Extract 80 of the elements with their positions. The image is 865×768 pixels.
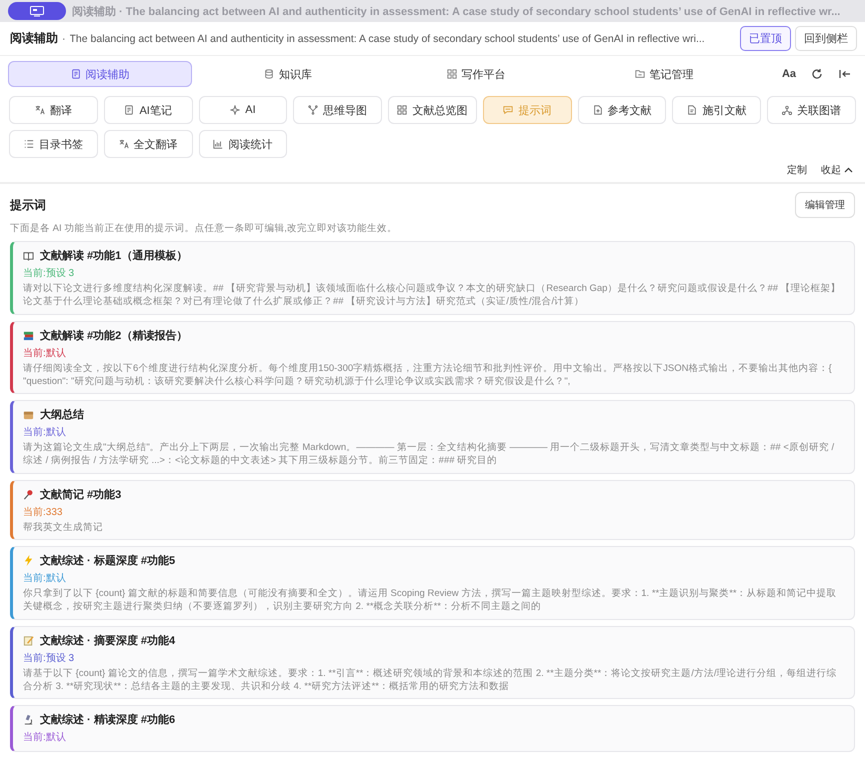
tool-button[interactable]: 全文翻译: [104, 130, 193, 158]
pin-icon: [23, 488, 34, 500]
sparkle-icon: [230, 105, 240, 115]
current-preset: 当前:默认: [23, 346, 67, 360]
prompt-text: 请基于以下 {count} 篇论文的信息，撰写一篇学术文献综述。要求：1. **引言**：概述研究领域的背景和本综述的范围 2. **主题分类**：将论文按研究主题/方法/理论进行分组，每组进行综合分析 3. **研究现状**：总结各主题的主要发现、共识和分歧 4. **研究方法评述**：概括常用的研究方法和数据: [23, 666, 838, 694]
file-icon: [687, 105, 698, 115]
microscope-icon: [23, 714, 34, 726]
grid-icon: [397, 105, 408, 115]
tool-button[interactable]: 关联图谱: [767, 96, 856, 124]
panel-description: 下面是各 AI 功能当前正在使用的提示词。点任意一条即可编辑,改完立即对该功能生效。: [9, 222, 398, 236]
prompt-text: 你只拿到了以下 {count} 篇文献的标题和简要信息（可能没有摘要和全文）。请运用 Scoping Review 方法，撰写一篇主题映射型综述。要求：1. **主题识别与聚类**：从标题和简记中提取关键概念，按研究主题进行聚类归纳（不要逐篇罗列），识别主要研究方向 2. **概念关联分析**：分析不同主题之间的: [23, 587, 838, 614]
prompt-text: 请仔细阅读全文，按以下6个维度进行结构化深度分析。每个维度用150-300字精炼概括，注重方法论细节和批判性评价。用中文输出。严格按以下JSON格式输出，不要输出其他内容：{ "question": "研究问题与动机：该研究要解决什么核心科学问题？研究动机源于什么理论争议或实践需求？研究假设是什么？",: [23, 362, 833, 388]
tool-button[interactable]: AI: [198, 96, 288, 124]
current-preset: 当前:默认: [23, 572, 67, 586]
database-icon: [264, 69, 274, 79]
books-icon: [23, 330, 34, 341]
current-preset: 当前:预设 3: [23, 266, 76, 280]
translate-icon: [118, 139, 129, 149]
notepad-icon: [23, 634, 34, 646]
prompt-title: 文献简记 #功能3: [40, 488, 122, 502]
current-preset: 当前:333: [23, 506, 64, 519]
nav-tab[interactable]: 笔记管理: [572, 61, 756, 87]
tool-button[interactable]: 参考文献: [578, 96, 666, 124]
module-name: 阅读辅助: [10, 30, 58, 47]
nav-tab[interactable]: 写作平台: [384, 61, 568, 87]
tool-button[interactable]: 施引文献: [672, 96, 762, 124]
window-title: 阅读辅助 · The balancing act between AI and authenticity in assessment: A case study of secondary school students’ use of GenAI in reflective wr...: [72, 4, 840, 18]
bar-chart-icon: [213, 139, 224, 149]
chat-icon: [503, 105, 514, 115]
box-icon: [23, 409, 34, 420]
folder-icon: [634, 69, 644, 79]
customize-link[interactable]: 定制: [787, 163, 807, 177]
document-icon: [70, 69, 80, 79]
prompt-text: 请对以下论文进行多维度结构化深度解读。## 【研究背景与动机】该领域面临什么核心问题或争议？本文的研究缺口（Research Gap）是什么？研究问题或假设是什么？## 【理论框架】论文基于什么理论基础或概念框架？对已有理论做了什么扩展或修正？## 【研究设计与方法】研究范式（实证/质性/混合/计算）: [23, 282, 842, 309]
tool-button[interactable]: 文献总览图: [388, 96, 477, 124]
branch-icon: [308, 105, 318, 115]
file-plus-icon: [592, 105, 603, 115]
font-size-button[interactable]: Aa: [777, 62, 801, 86]
lightning-icon: [23, 555, 34, 566]
nav-tab[interactable]: 阅读辅助: [8, 61, 192, 87]
panel-title: 提示词: [10, 196, 46, 214]
book-icon: [23, 250, 34, 261]
prompt-title: 文献综述 · 标题深度 #功能5: [40, 554, 176, 568]
prompt-card[interactable]: 文献简记 #功能3 当前:333 帮我英文生成简记: [10, 480, 855, 540]
prompt-card[interactable]: 文献综述 · 摘要深度 #功能4 当前:预设 3 请基于以下 {count} 篇论文的信息，撰写一篇学术文献综述。要求：1. **引言**：概述研究领域的背景和本综述的范围 2. **主题分类**：将论文按研究主题/方法/理论进行分组，每组进行综合分析 3. **研究现状**：总结各主题的主要发现、共识和分歧 4. **研究方法评述**：概括常用的研究方法和数据: [10, 626, 855, 700]
separator-dot: ·: [62, 32, 66, 44]
tool-button[interactable]: 思维导图: [293, 96, 382, 124]
grid-icon: [446, 69, 456, 79]
prompt-title: 大纲总结: [40, 408, 84, 422]
tool-button[interactable]: 目录书签: [9, 130, 98, 158]
current-preset: 当前:预设 3: [23, 652, 76, 665]
prompt-card[interactable]: 文献综述 · 标题深度 #功能5 当前:默认 你只拿到了以下 {count} 篇文献的标题和简要信息（可能没有摘要和全文）。请运用 Scoping Review 方法，撰写一篇主题映射型综述。要求：1. **主题识别与聚类**：从标题和简记中提取关键概念，按研究主题进行聚类归纳（不要逐篇罗列），识别主要研究方向 2. **概念关联分析**：分析不同主题之间的: [10, 546, 855, 620]
manage-button[interactable]: 编辑管理: [795, 192, 855, 218]
tool-button[interactable]: 翻译: [9, 96, 98, 124]
prompt-title: 文献解读 #功能2（精读报告）: [40, 328, 188, 343]
current-preset: 当前:默认: [23, 426, 67, 440]
screen-icon: [30, 6, 44, 16]
prompt-card[interactable]: 文献综述 · 精读深度 #功能6 当前:默认: [10, 705, 855, 752]
prompt-title: 文献综述 · 精读深度 #功能6: [40, 712, 176, 728]
collapse-button[interactable]: 收起: [821, 163, 853, 177]
chevron-up-icon: [844, 167, 853, 173]
network-icon: [782, 105, 792, 115]
app-pill[interactable]: [8, 2, 66, 20]
prompt-title: 文献综述 · 摘要深度 #功能4: [40, 634, 176, 648]
document-icon: [124, 105, 134, 115]
tool-button[interactable]: AI笔记: [104, 96, 193, 124]
prompt-text: 帮我英文生成简记: [23, 520, 104, 534]
prompt-card[interactable]: 文献解读 #功能1（通用模板） 当前:预设 3 请对以下论文进行多维度结构化深度解读。## 【研究背景与动机】该领域面临什么核心问题或争议？本文的研究缺口（Research Gap）是什么？研究问题或假设是什么？## 【理论框架】论文基于什么理论基础或概念框架？对已有理论做了什么扩展或修正？## 【研究设计与方法】研究范式（实证/质性/混合/计算）: [10, 241, 855, 315]
document-title: The balancing act between AI and authenticity in assessment: A case study of secondary school students’ use of GenAI in reflective wri...: [70, 32, 706, 44]
list-icon: [24, 139, 34, 149]
prompt-card[interactable]: 大纲总结 当前:默认 请为这篇论文生成"大纲总结"。产出分上下两层，一次输出完整 Markdown。———— 第一层：全文结构化摘要 ———— 用一个二级标题开头，写清文章类型与中文标题：## <原创研究 / 综述 / 病例报告 / 方法学研究 ...>：<论文标题的中文表述> 其下用三级标题分节。前三节固定：### 研究目的: [10, 400, 855, 474]
prompt-card[interactable]: 文献解读 #功能2（精读报告） 当前:默认 请仔细阅读全文，按以下6个维度进行结构化深度分析。每个维度用150-300字精炼概括，注重方法论细节和批判性评价。用中文输出。严格按以下JSON格式输出，不要输出其他内容：{ "question": "研究问题与动机：该研究要解决什么核心科学问题？研究动机源于什么理论争议或实践需求？研究假设是什么？",: [10, 320, 855, 394]
nav-tab[interactable]: 知识库: [196, 61, 380, 87]
prompt-text: 请为这篇论文生成"大纲总结"。产出分上下两层，一次输出完整 Markdown。———— 第一层：全文结构化摘要 ———— 用一个二级标题开头，写清文章类型与中文标题：## <原创研究 / 综述 / 病例报告 / 方法学研究 ...>：<论文标题的中文表述> 其下用三级标题分节。前三节固定：### 研究目的: [23, 441, 836, 468]
tool-button[interactable]: 阅读统计: [198, 130, 288, 158]
sidebar-button[interactable]: 回到侧栏: [795, 26, 857, 51]
current-preset: 当前:默认: [23, 730, 67, 744]
translate-icon: [34, 105, 45, 115]
prompt-title: 文献解读 #功能1（通用模板）: [40, 248, 188, 263]
pin-button[interactable]: 已置顶: [740, 26, 791, 51]
